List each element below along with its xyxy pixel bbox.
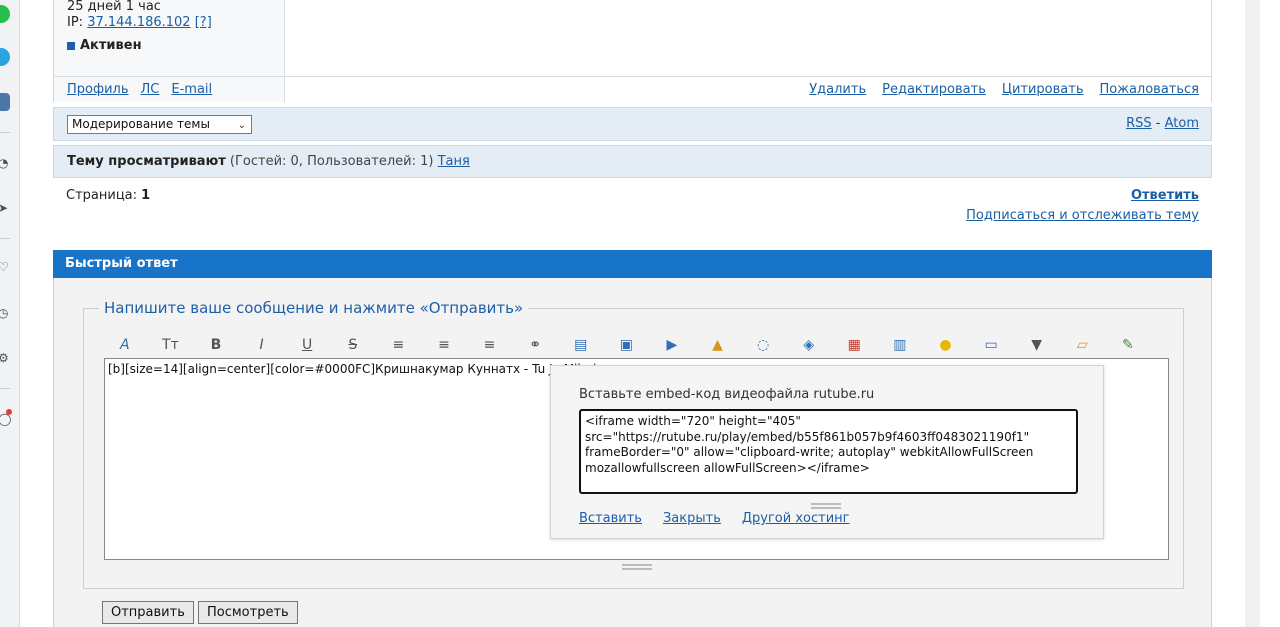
feed-links: RSS - Atom (1126, 116, 1199, 131)
status-text: Активен (80, 38, 142, 53)
strike-icon[interactable]: S (330, 334, 376, 356)
viewers-counts: (Гостей: 0, Пользователей: 1) (229, 154, 434, 169)
ip-link[interactable]: 37.144.186.102 (87, 15, 190, 30)
lock-icon[interactable]: ▲ (695, 334, 741, 356)
post-author-panel: 25 дней 1 час IP: 37.144.186.102 [?] Акт… (54, 0, 285, 76)
telegram-icon[interactable] (0, 48, 10, 66)
close-link[interactable]: Закрыть (663, 511, 721, 526)
delete-link[interactable]: Удалить (809, 82, 866, 97)
book-icon[interactable]: ▤ (558, 334, 604, 356)
bold-icon[interactable]: B (193, 334, 239, 356)
insert-link[interactable]: Вставить (579, 511, 642, 526)
sidebar-divider (0, 132, 10, 133)
feed-separator: - (1155, 116, 1161, 131)
sidebar-divider (0, 238, 10, 239)
size-icon[interactable]: Tт (148, 334, 194, 356)
font-icon[interactable]: A (102, 334, 148, 356)
quote-icon[interactable]: ◌ (740, 334, 786, 356)
code-icon[interactable]: ◈ (786, 334, 832, 356)
message-legend: Напишите ваше сообщение и нажмите «Отпра… (99, 299, 529, 317)
reply-link[interactable]: Ответить (1131, 188, 1199, 203)
more-icon[interactable]: ▼ (1014, 334, 1060, 356)
moderation-select[interactable]: Модерирование темы ⌄ (67, 115, 252, 134)
heart-icon[interactable]: ♡ (0, 260, 12, 274)
moderation-bar: Модерирование темы ⌄ RSS - Atom (53, 107, 1212, 141)
palette-icon[interactable]: ▦ (832, 334, 878, 356)
report-link[interactable]: Пожаловаться (1100, 82, 1200, 97)
settings-icon[interactable]: ⚙ (0, 351, 12, 365)
scrollbar-track[interactable] (1245, 0, 1260, 627)
image-icon[interactable]: ▣ (604, 334, 650, 356)
embed-popup-actions: Вставить Закрыть Другой хостинг (579, 511, 849, 526)
link-icon[interactable]: ⚭ (512, 334, 558, 356)
post-time: 25 дней 1 час (67, 0, 161, 14)
pagination: Страница: 1 (66, 188, 150, 203)
embed-popup-title: Вставьте embed-код видеофайла rutube.ru (579, 387, 875, 402)
browser-sidebar: ◔ ➤ ♡ ◷ ⚙ ◯ (0, 0, 20, 627)
moderation-select-value: Модерирование темы (72, 117, 210, 131)
pagination-label: Страница: (66, 188, 138, 203)
align-left-icon[interactable]: ≡ (376, 334, 422, 356)
whatsapp-icon[interactable] (0, 5, 10, 23)
embed-resize-grip[interactable] (811, 503, 841, 509)
history-icon[interactable]: ◔ (0, 156, 12, 170)
align-center-icon[interactable]: ≡ (421, 334, 467, 356)
chevron-down-icon: ⌄ (237, 120, 246, 131)
post-footer: Профиль ЛС E-mail Удалить Редактировать … (54, 76, 1211, 102)
viewers-bar: Тему просматривают (Гостей: 0, Пользоват… (53, 145, 1212, 178)
sidebar-divider (0, 388, 10, 389)
post-actions: Удалить Редактировать Цитировать Пожалов… (809, 82, 1199, 97)
viewers-label: Тему просматривают (67, 154, 226, 169)
email-link[interactable]: E-mail (171, 82, 212, 97)
embed-popup: Вставьте embed-код видеофайла rutube.ru … (550, 365, 1104, 539)
post-ip: IP: 37.144.186.102 [?] (67, 15, 212, 30)
rss-link[interactable]: RSS (1126, 116, 1152, 131)
current-page: 1 (141, 188, 151, 203)
keyboard-icon[interactable]: ▭ (968, 334, 1014, 356)
editor-toolbar: A Tт B I U S ≡ ≡ ≡ ⚭ ▤ ▣ ▶ ▲ ◌ ◈ ▦ ▥ ● ▭ ▼ ▱ ✎ (102, 334, 1151, 356)
embed-code-input[interactable]: <iframe width="720" height="405" src="ht… (579, 409, 1078, 494)
textarea-resize-grip[interactable] (622, 564, 652, 570)
folder-icon[interactable]: ▱ (1059, 334, 1105, 356)
italic-icon[interactable]: I (239, 334, 285, 356)
pm-link[interactable]: ЛС (141, 82, 160, 97)
ip-label: IP: (67, 15, 84, 30)
other-hosting-link[interactable]: Другой хостинг (742, 511, 850, 526)
align-right-icon[interactable]: ≡ (467, 334, 513, 356)
submit-button[interactable]: Отправить (102, 601, 194, 624)
subscribe-link[interactable]: Подписаться и отслеживать тему (966, 208, 1199, 223)
quote-link[interactable]: Цитировать (1002, 82, 1084, 97)
smile-icon[interactable]: ● (923, 334, 969, 356)
status-badge: Активен (67, 38, 142, 53)
preview-button[interactable]: Посмотреть (198, 601, 298, 624)
vk-icon[interactable] (0, 93, 10, 111)
send-icon[interactable]: ➤ (0, 201, 12, 215)
message-text: [b][size=14][align=center][color=#0000FC… (108, 362, 597, 376)
post-user-links: Профиль ЛС E-mail (67, 82, 212, 97)
profile-link[interactable]: Профиль (67, 82, 129, 97)
table-icon[interactable]: ▥ (877, 334, 923, 356)
underline-icon[interactable]: U (284, 334, 330, 356)
viewer-user-link[interactable]: Таня (438, 154, 470, 169)
edit-link[interactable]: Редактировать (882, 82, 986, 97)
clock-icon[interactable]: ◷ (0, 306, 12, 320)
atom-link[interactable]: Atom (1165, 116, 1199, 131)
status-square-icon (67, 41, 75, 50)
notification-dot-icon (6, 409, 12, 415)
ip-help-link[interactable]: [?] (195, 15, 212, 30)
video-icon[interactable]: ▶ (649, 334, 695, 356)
post-block: 25 дней 1 час IP: 37.144.186.102 [?] Акт… (53, 0, 1212, 102)
viewers-text: Тему просматривают (Гостей: 0, Пользоват… (67, 154, 470, 169)
quick-reply-header: Быстрый ответ (53, 250, 1212, 278)
edit-icon[interactable]: ✎ (1105, 334, 1151, 356)
